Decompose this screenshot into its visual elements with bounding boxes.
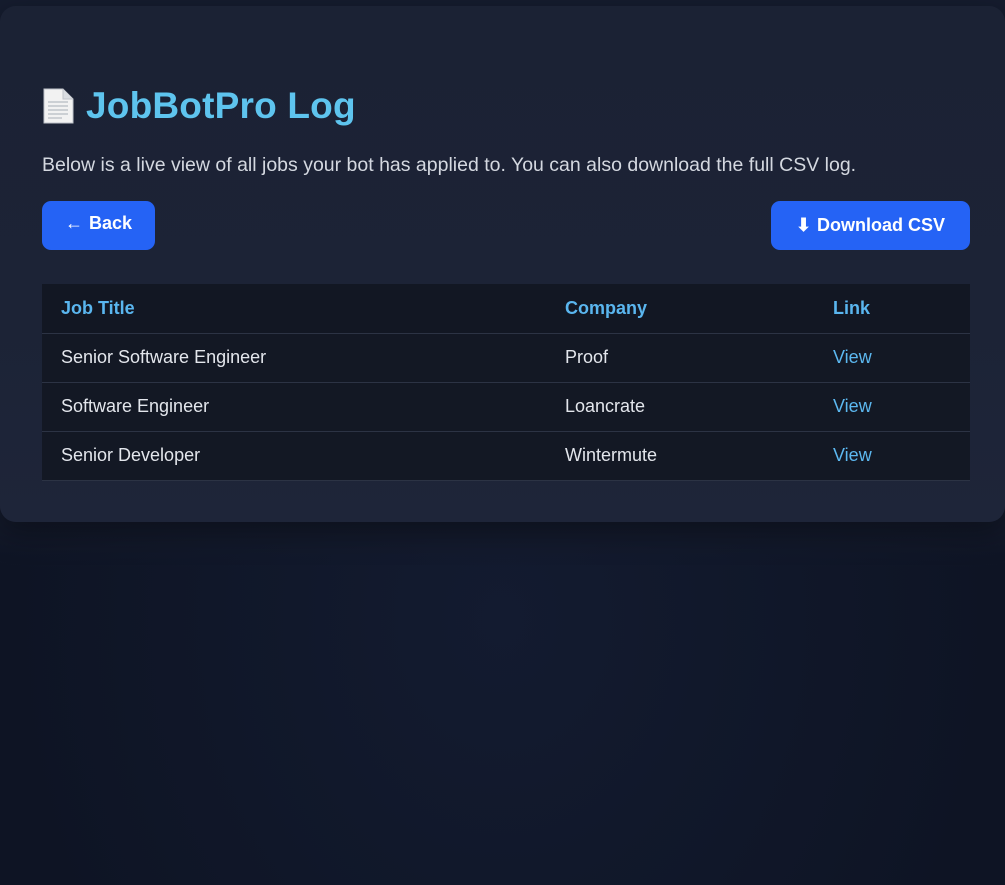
page-title: JobBotPro Log xyxy=(86,85,356,126)
download-arrow-icon: ⬇ xyxy=(795,215,812,235)
back-button[interactable]: ← Back xyxy=(42,201,155,250)
back-button-label: Back xyxy=(88,212,133,233)
company-cell: Proof xyxy=(546,333,814,383)
link-cell: View xyxy=(814,333,970,383)
document-icon xyxy=(42,88,74,124)
table-row: Software Engineer Loancrate View xyxy=(42,382,970,432)
column-header-link: Link xyxy=(814,284,970,334)
applications-table: Job Title Company Link Senior Software E… xyxy=(42,284,970,481)
table-row: Senior Software Engineer Proof View xyxy=(42,333,970,383)
company-cell: Loancrate xyxy=(546,382,814,432)
column-header-company: Company xyxy=(546,284,814,334)
view-link[interactable]: View xyxy=(833,445,872,465)
job-title-cell: Software Engineer xyxy=(42,382,546,432)
arrow-left-icon: ← xyxy=(64,212,83,233)
column-header-job-title: Job Title xyxy=(42,284,546,334)
table-row: Senior Developer Wintermute View xyxy=(42,431,970,481)
job-title-cell: Senior Developer xyxy=(42,431,546,481)
download-button-label: Download CSV xyxy=(817,215,946,235)
company-cell: Wintermute xyxy=(546,431,814,481)
job-title-cell: Senior Software Engineer xyxy=(42,333,546,383)
link-cell: View xyxy=(814,431,970,481)
table-header-row: Job Title Company Link xyxy=(42,284,970,334)
page-header: JobBotPro Log xyxy=(42,82,356,130)
link-cell: View xyxy=(814,382,970,432)
view-link[interactable]: View xyxy=(833,347,872,367)
view-link[interactable]: View xyxy=(833,396,872,416)
download-csv-button[interactable]: ⬇ Download CSV xyxy=(771,201,970,250)
page-description: Below is a live view of all jobs your bo… xyxy=(42,154,857,176)
log-card: JobBotPro Log Below is a live view of al… xyxy=(0,6,1005,522)
